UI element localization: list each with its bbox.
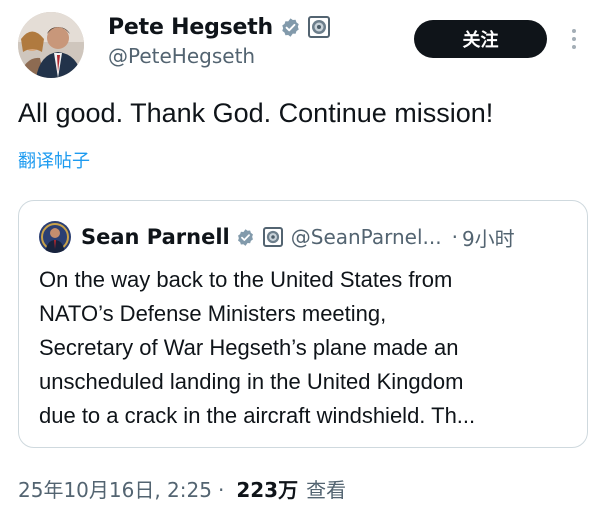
affiliation-badge-icon[interactable]	[308, 16, 331, 38]
quoted-separator: ·	[451, 225, 458, 249]
quoted-post-card[interactable]: Sean Parnell @SeanParnel... · 9小时 On the…	[18, 200, 588, 448]
quoted-author-avatar[interactable]	[39, 221, 71, 253]
more-dot	[572, 45, 576, 49]
follow-button[interactable]: 关注	[414, 20, 547, 58]
post-meta: 25年10月16日, 2:25 · 223万 查看	[18, 474, 346, 503]
more-vertical-icon[interactable]	[564, 24, 584, 54]
author-handle[interactable]: @PeteHegseth	[108, 44, 330, 68]
quoted-author-display-name[interactable]: Sean Parnell	[81, 225, 230, 249]
author-display-name[interactable]: Pete Hegseth	[108, 15, 273, 40]
author-name-block: Pete Hegseth @PeteHegseth	[108, 12, 331, 68]
views-count: 223万	[236, 478, 299, 502]
author-name-row: Pete Hegseth	[108, 12, 331, 42]
quoted-author-handle[interactable]: @SeanParnel...	[291, 225, 442, 249]
quoted-text-line: NATO’s Defense Ministers meeting,	[39, 301, 387, 326]
views-label: 查看	[306, 478, 347, 502]
post-header: Pete Hegseth @PeteHegseth 关注	[18, 12, 590, 82]
quoted-timestamp[interactable]: 9小时	[462, 223, 515, 252]
quoted-post-text: On the way back to the United States fro…	[39, 263, 574, 433]
quoted-text-line: due to a crack in the aircraft windshiel…	[39, 403, 476, 428]
quoted-text-line: Secretary of War Hegseth’s plane made an	[39, 335, 459, 360]
quoted-post-header: Sean Parnell @SeanParnel... · 9小时	[39, 221, 579, 253]
more-dot	[572, 29, 576, 33]
more-dot	[572, 37, 576, 41]
quoted-affiliation-badge-icon[interactable]	[262, 227, 283, 247]
verified-badge-icon[interactable]	[280, 17, 301, 38]
post-text: All good. Thank God. Continue mission!	[18, 98, 494, 128]
post-timestamp[interactable]: 25年10月16日, 2:25	[18, 474, 212, 503]
translate-post-link[interactable]: 翻译帖子	[18, 147, 90, 173]
quoted-text-line: On the way back to the United States fro…	[39, 267, 453, 292]
quoted-text-line: unscheduled landing in the United Kingdo…	[39, 369, 464, 394]
author-avatar-image	[18, 12, 84, 78]
author-avatar[interactable]	[18, 12, 84, 78]
quoted-verified-badge-icon[interactable]	[236, 228, 255, 247]
quoted-author-avatar-image	[39, 221, 71, 253]
meta-separator: ·	[217, 478, 225, 502]
